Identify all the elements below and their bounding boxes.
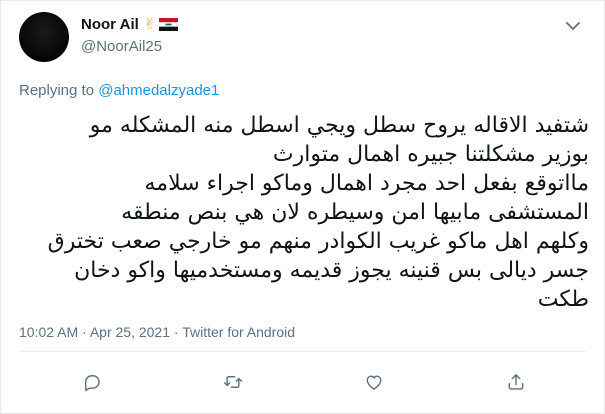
- retweet-icon: [223, 376, 243, 388]
- divider: [19, 351, 586, 352]
- tweet-line: بوزير مشكلتنا جبيره اهمال متوارث: [272, 142, 589, 167]
- avatar[interactable]: [19, 12, 69, 62]
- tweet-line: جسر ديالى بس قنينه يجوز قديمه ومستخدميها…: [74, 258, 589, 283]
- meta-separator: ·: [170, 324, 183, 340]
- share-icon: [508, 374, 524, 390]
- iraq-flag-icon: [159, 18, 179, 31]
- author-display-name[interactable]: Noor Ail: [81, 16, 139, 33]
- tweet-card: Noor Ail ✌ @NoorAil25 Replying to @ahmed…: [0, 0, 605, 414]
- tweet-time[interactable]: 10:02 AM: [19, 324, 78, 340]
- tweet-line: طكت: [537, 287, 589, 312]
- tweet-line: مااتوقع بفعل احد مجرد اهمال وماكو اجراء …: [144, 171, 590, 196]
- more-options-button[interactable]: [562, 15, 584, 37]
- author-name-row: Noor Ail ✌: [81, 16, 179, 33]
- victory-hand-icon: ✌: [143, 16, 157, 33]
- author-handle[interactable]: @NoorAil25: [81, 38, 162, 55]
- share-button[interactable]: [503, 369, 529, 395]
- tweet-source[interactable]: Twitter for Android: [182, 324, 295, 340]
- like-button[interactable]: [361, 369, 387, 395]
- tweet-date[interactable]: Apr 25, 2021: [90, 324, 170, 340]
- tweet-line: وكلهم اهل ماكو غريب الكوادر منهم مو خارج…: [47, 229, 589, 254]
- action-bar: [1, 369, 605, 395]
- like-icon: [366, 375, 382, 390]
- tweet-body: شتفيد الاقاله يروح سطل ويجي اسطل منه الم…: [19, 111, 589, 314]
- reply-mention-link[interactable]: @ahmedalzyade1: [98, 82, 219, 99]
- replying-to-label: Replying to: [19, 82, 99, 99]
- replying-to-line: Replying to @ahmedalzyade1: [19, 82, 219, 99]
- reply-button[interactable]: [79, 369, 105, 395]
- reply-icon: [84, 375, 100, 392]
- tweet-line: شتفيد الاقاله يروح سطل ويجي اسطل منه الم…: [89, 113, 589, 138]
- meta-separator: ·: [78, 324, 90, 340]
- chevron-down-icon: [566, 21, 580, 30]
- tweet-meta: 10:02 AM · Apr 25, 2021 · Twitter for An…: [19, 324, 295, 340]
- retweet-button[interactable]: [220, 369, 246, 395]
- name-emoji-badges: ✌: [144, 17, 179, 32]
- tweet-line: المستشفى مابيها امن وسيطره لان هي بنص من…: [121, 200, 589, 225]
